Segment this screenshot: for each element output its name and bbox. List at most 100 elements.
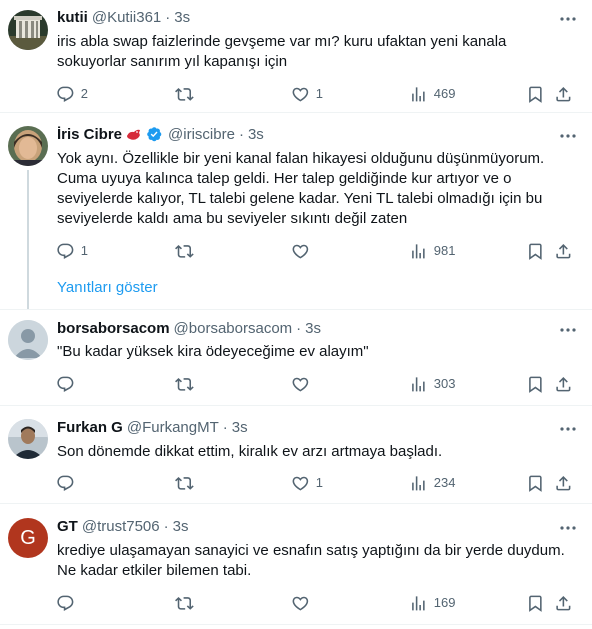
retweet-icon: [175, 596, 194, 610]
retweet-icon: [175, 87, 194, 101]
reply-count: 1: [80, 243, 88, 258]
reply-button[interactable]: [56, 467, 75, 499]
tweet-kutii[interactable]: kutii @Kutii361 · 3s iris abla swap faiz…: [0, 0, 592, 113]
bookmark-button[interactable]: [526, 368, 545, 400]
avatar-gt[interactable]: G: [8, 518, 48, 558]
views-button[interactable]: 234: [409, 467, 455, 499]
share-icon: [556, 243, 571, 259]
avatar-letter: G: [20, 526, 36, 549]
author-name[interactable]: İris Cibre: [57, 125, 122, 145]
more-options-icon[interactable]: [558, 9, 578, 29]
reply-button[interactable]: [56, 587, 75, 619]
reply-button[interactable]: [56, 368, 75, 400]
avatar-furkang[interactable]: [8, 419, 48, 459]
author-handle[interactable]: @trust7506: [82, 517, 160, 537]
reply-icon: [57, 86, 74, 102]
show-replies-link[interactable]: Yanıtları göster: [57, 278, 158, 298]
reply-icon: [57, 243, 74, 259]
retweet-button[interactable]: [175, 235, 194, 267]
like-count: 1: [315, 475, 323, 490]
share-button[interactable]: [554, 368, 573, 400]
tweet-text: Yok aynı. Özellikle bir yeni kanal falan…: [57, 150, 545, 227]
bookmark-icon: [529, 595, 542, 612]
author-name[interactable]: borsaborsacom: [57, 319, 170, 339]
reply-button[interactable]: 2: [56, 78, 88, 110]
views-icon: [412, 376, 425, 392]
author-handle[interactable]: @FurkangMT: [127, 418, 219, 438]
share-icon: [556, 376, 571, 392]
share-button[interactable]: [554, 78, 573, 110]
more-options-icon[interactable]: [558, 518, 578, 538]
timestamp[interactable]: 3s: [173, 517, 189, 537]
tweet-text: iris abla swap faizlerinde gevşeme var m…: [57, 33, 507, 70]
bookmark-button[interactable]: [526, 78, 545, 110]
separator-dot: ·: [296, 320, 302, 337]
retweet-icon: [175, 377, 194, 391]
retweet-button[interactable]: [175, 467, 194, 499]
share-icon: [556, 86, 571, 102]
tweet-borsaborsacom[interactable]: borsaborsacom @borsaborsacom · 3s "Bu ka…: [0, 310, 592, 405]
reply-icon: [57, 475, 74, 491]
views-button[interactable]: 469: [409, 78, 455, 110]
action-bar: 2 1 469: [48, 78, 584, 110]
retweet-button[interactable]: [175, 587, 194, 619]
heart-icon: [292, 244, 309, 259]
bookmark-button[interactable]: [526, 235, 545, 267]
views-button[interactable]: 169: [409, 587, 455, 619]
avatar-iriscibre[interactable]: [8, 126, 48, 166]
timestamp[interactable]: 3s: [248, 125, 264, 145]
avatar-kutii[interactable]: [8, 10, 48, 50]
tweet-text: krediye ulaşamayan sanayici ve esnafın s…: [57, 542, 565, 579]
author-name[interactable]: kutii: [57, 8, 88, 28]
views-icon: [412, 243, 425, 259]
views-count: 469: [433, 86, 456, 101]
author-handle[interactable]: @borsaborsacom: [174, 319, 293, 339]
tweet-gt[interactable]: G GT @trust7506 · 3s krediye ulaşamayan …: [0, 504, 592, 629]
views-button[interactable]: 981: [409, 235, 455, 267]
views-count: 169: [433, 595, 456, 610]
like-button[interactable]: 1: [291, 78, 323, 110]
like-button[interactable]: [291, 235, 310, 267]
heart-icon: [292, 476, 309, 491]
action-bar: 303: [48, 368, 584, 400]
views-icon: [412, 595, 425, 611]
more-options-icon[interactable]: [558, 419, 578, 439]
share-button[interactable]: [554, 467, 573, 499]
separator-dot: ·: [163, 518, 169, 535]
heart-icon: [292, 596, 309, 611]
avatar-borsaborsacom[interactable]: [8, 320, 48, 360]
author-handle[interactable]: @Kutii361: [92, 8, 161, 28]
views-icon: [412, 475, 425, 491]
like-button[interactable]: [291, 368, 310, 400]
reply-feed: kutii @Kutii361 · 3s iris abla swap faiz…: [0, 0, 592, 629]
separator-dot: ·: [222, 419, 228, 436]
retweet-icon: [175, 244, 194, 258]
author-name[interactable]: Furkan G: [57, 418, 123, 438]
more-options-icon[interactable]: [558, 320, 578, 340]
bookmark-button[interactable]: [526, 467, 545, 499]
author-name[interactable]: GT: [57, 517, 78, 537]
views-icon: [412, 86, 425, 102]
share-button[interactable]: [554, 235, 573, 267]
tweet-iriscibre[interactable]: İris Cibre @iriscibre · 3s Yok aynı. Öze…: [0, 113, 592, 313]
reply-button[interactable]: 1: [56, 235, 88, 267]
timestamp[interactable]: 3s: [174, 8, 190, 28]
views-button[interactable]: 303: [409, 368, 455, 400]
tweet-furkang[interactable]: Furkan G @FurkangMT · 3s Son dönemde dik…: [0, 406, 592, 503]
divider: [0, 624, 592, 625]
like-button[interactable]: [291, 587, 310, 619]
thread-dots: [27, 279, 29, 294]
like-button[interactable]: 1: [291, 467, 323, 499]
share-button[interactable]: [554, 587, 573, 619]
like-count: 1: [315, 86, 323, 101]
reply-icon: [57, 595, 74, 611]
timestamp[interactable]: 3s: [232, 418, 248, 438]
action-bar: 1 981: [48, 235, 584, 267]
tweet-text: "Bu kadar yüksek kira ödeyeceğime ev ala…: [57, 343, 369, 360]
more-options-icon[interactable]: [558, 126, 578, 146]
retweet-button[interactable]: [175, 78, 194, 110]
retweet-button[interactable]: [175, 368, 194, 400]
author-handle[interactable]: @iriscibre: [168, 125, 235, 145]
bookmark-button[interactable]: [526, 587, 545, 619]
timestamp[interactable]: 3s: [305, 319, 321, 339]
